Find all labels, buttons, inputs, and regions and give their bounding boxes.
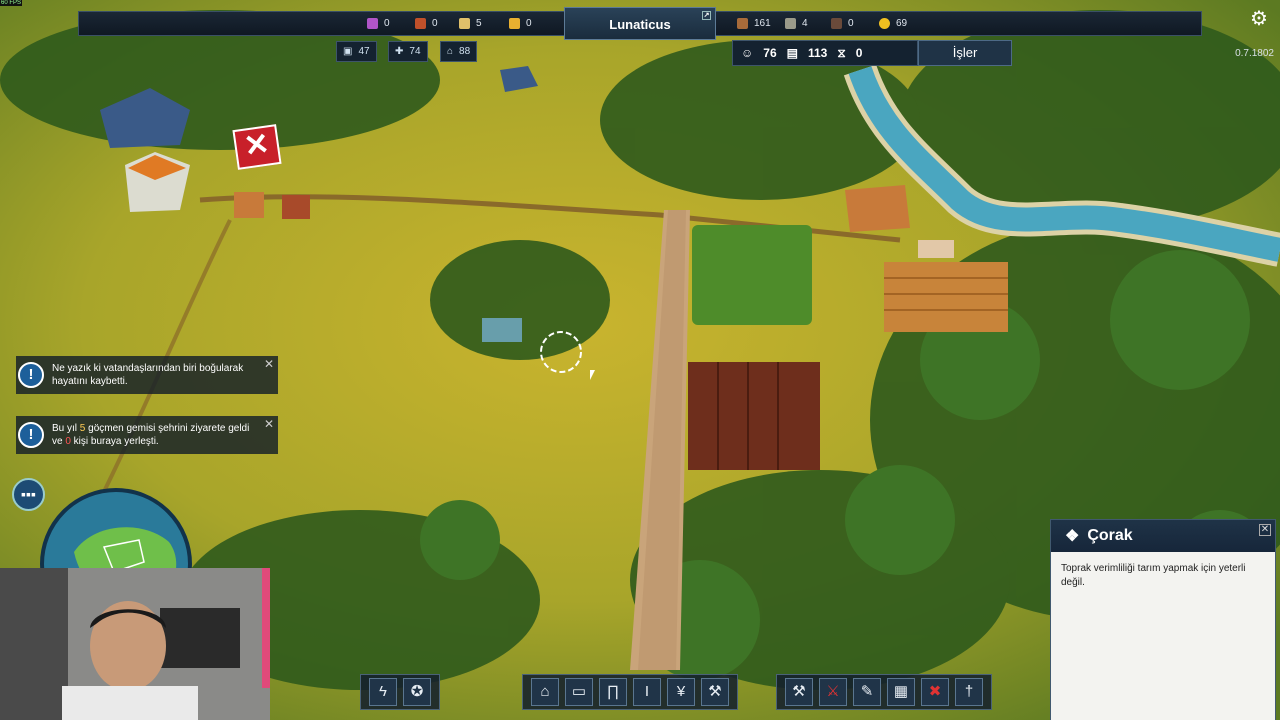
hammer-icon[interactable]: ⚒: [701, 678, 729, 706]
health-stat[interactable]: ✚ 74: [388, 41, 428, 62]
close-icon[interactable]: ✕: [264, 358, 274, 371]
cheese-icon: [509, 18, 520, 29]
meat-resource: 0: [415, 18, 438, 29]
info-panel-body: Toprak verimliliği tarım yapmak için yet…: [1051, 552, 1275, 720]
notification-text-pre: Bu yıl: [52, 423, 80, 434]
gear-icon[interactable]: ⚙: [1250, 9, 1270, 29]
gold-icon: [879, 18, 890, 29]
hourglass-icon: ⧖: [837, 45, 846, 60]
tile-info-panel: ❖ Çorak ✕ Toprak verimliliği tarım yapma…: [1050, 519, 1276, 720]
wood-icon: [737, 18, 748, 29]
wall-icon[interactable]: ▭: [565, 678, 593, 706]
education-icon: ▣: [343, 46, 353, 57]
bed-icon: ▤: [786, 46, 798, 60]
iron-icon: [831, 18, 842, 29]
city-name-panel[interactable]: Lunaticus ↗: [564, 7, 716, 40]
food-resources: 0: [367, 18, 390, 29]
close-marker-icon[interactable]: ✕: [232, 124, 282, 170]
notification-immigrants[interactable]: ! Bu yıl 5 göçmen gemisi şehrini ziyaret…: [16, 416, 278, 454]
close-icon[interactable]: ✕: [264, 418, 274, 431]
culture-value: 88: [459, 46, 471, 57]
info-panel-header: ❖ Çorak: [1051, 520, 1275, 552]
wheat-icon[interactable]: ¥: [667, 678, 695, 706]
culture-stat[interactable]: ⌂ 88: [440, 41, 478, 62]
bread-resource: 5: [459, 18, 482, 29]
temple-icon[interactable]: ∏: [599, 678, 627, 706]
alert-icon: !: [18, 422, 44, 448]
meat-icon: [415, 18, 426, 29]
gold-count: 69: [896, 18, 908, 29]
jobs-button[interactable]: İşler: [918, 40, 1012, 66]
edit-name-icon[interactable]: ↗: [702, 11, 711, 20]
town-hall-icon[interactable]: ⌂: [531, 678, 559, 706]
version-label: 0.7.1802: [1235, 48, 1274, 59]
education-value: 47: [358, 46, 370, 57]
sword-icon[interactable]: †: [955, 678, 983, 706]
notification-text: Ne yazık ki vatandaşlarından biri boğula…: [52, 363, 244, 387]
toolbar-left: ϟ ✪: [360, 674, 440, 710]
info-panel-title: Çorak: [1087, 527, 1133, 544]
crossed-tools-icon[interactable]: ⚒: [785, 678, 813, 706]
lightning-icon[interactable]: ϟ: [369, 678, 397, 706]
health-icon: ✚: [395, 46, 404, 57]
fps-counter: 60 FPS: [0, 0, 23, 6]
gold-resource: 69: [879, 18, 907, 29]
pillar-icon[interactable]: Ι: [633, 678, 661, 706]
berry-count: 0: [384, 18, 390, 29]
close-icon[interactable]: ✕: [1259, 524, 1271, 536]
cheese-resource: 0: [509, 18, 532, 29]
berry-icon: [367, 18, 378, 29]
webcam-overlay: [0, 568, 270, 720]
star-emblem-icon[interactable]: ✪: [403, 678, 431, 706]
meat-count: 0: [432, 18, 438, 29]
population-bar[interactable]: ☺ 76 ▤ 113 ⧖ 0: [732, 40, 918, 66]
stone-count: 4: [802, 18, 808, 29]
citizen-count: 76: [763, 46, 777, 60]
alert-icon: !: [18, 362, 44, 388]
wood-count: 161: [754, 18, 771, 29]
grid-icon[interactable]: ▦: [887, 678, 915, 706]
demolish-tools-icon[interactable]: ⚔: [819, 678, 847, 706]
toolbar-tools: ⚒ ⚔ ✎ ▦ ✖ †: [776, 674, 992, 710]
terrain-icon: ❖: [1065, 528, 1080, 545]
home-count: 113: [807, 46, 828, 60]
bread-icon: [459, 18, 470, 29]
health-value: 74: [409, 46, 421, 57]
city-name: Lunaticus: [609, 17, 671, 32]
mouse-cursor-icon: [590, 370, 595, 380]
notification-text-post2: kişi buraya yerleşti.: [70, 436, 159, 447]
wood-resource: 161: [737, 18, 771, 29]
iron-resource: 0: [831, 18, 854, 29]
stone-resource: 4: [785, 18, 808, 29]
stone-icon: [785, 18, 796, 29]
iron-count: 0: [848, 18, 854, 29]
culture-icon: ⌂: [447, 46, 454, 57]
cancel-icon[interactable]: ✖: [921, 678, 949, 706]
citizen-icon: ☺: [741, 46, 754, 60]
chat-icon[interactable]: ▪▪▪: [12, 478, 45, 511]
education-stat[interactable]: ▣ 47: [336, 41, 377, 62]
toolbar-build: ⌂ ▭ ∏ Ι ¥ ⚒: [522, 674, 738, 710]
bread-count: 5: [476, 18, 482, 29]
notification-drowning[interactable]: ! Ne yazık ki vatandaşlarından biri boğu…: [16, 356, 278, 394]
cheese-count: 0: [526, 18, 532, 29]
brush-icon[interactable]: ✎: [853, 678, 881, 706]
unemployed-count: 0: [855, 46, 863, 60]
